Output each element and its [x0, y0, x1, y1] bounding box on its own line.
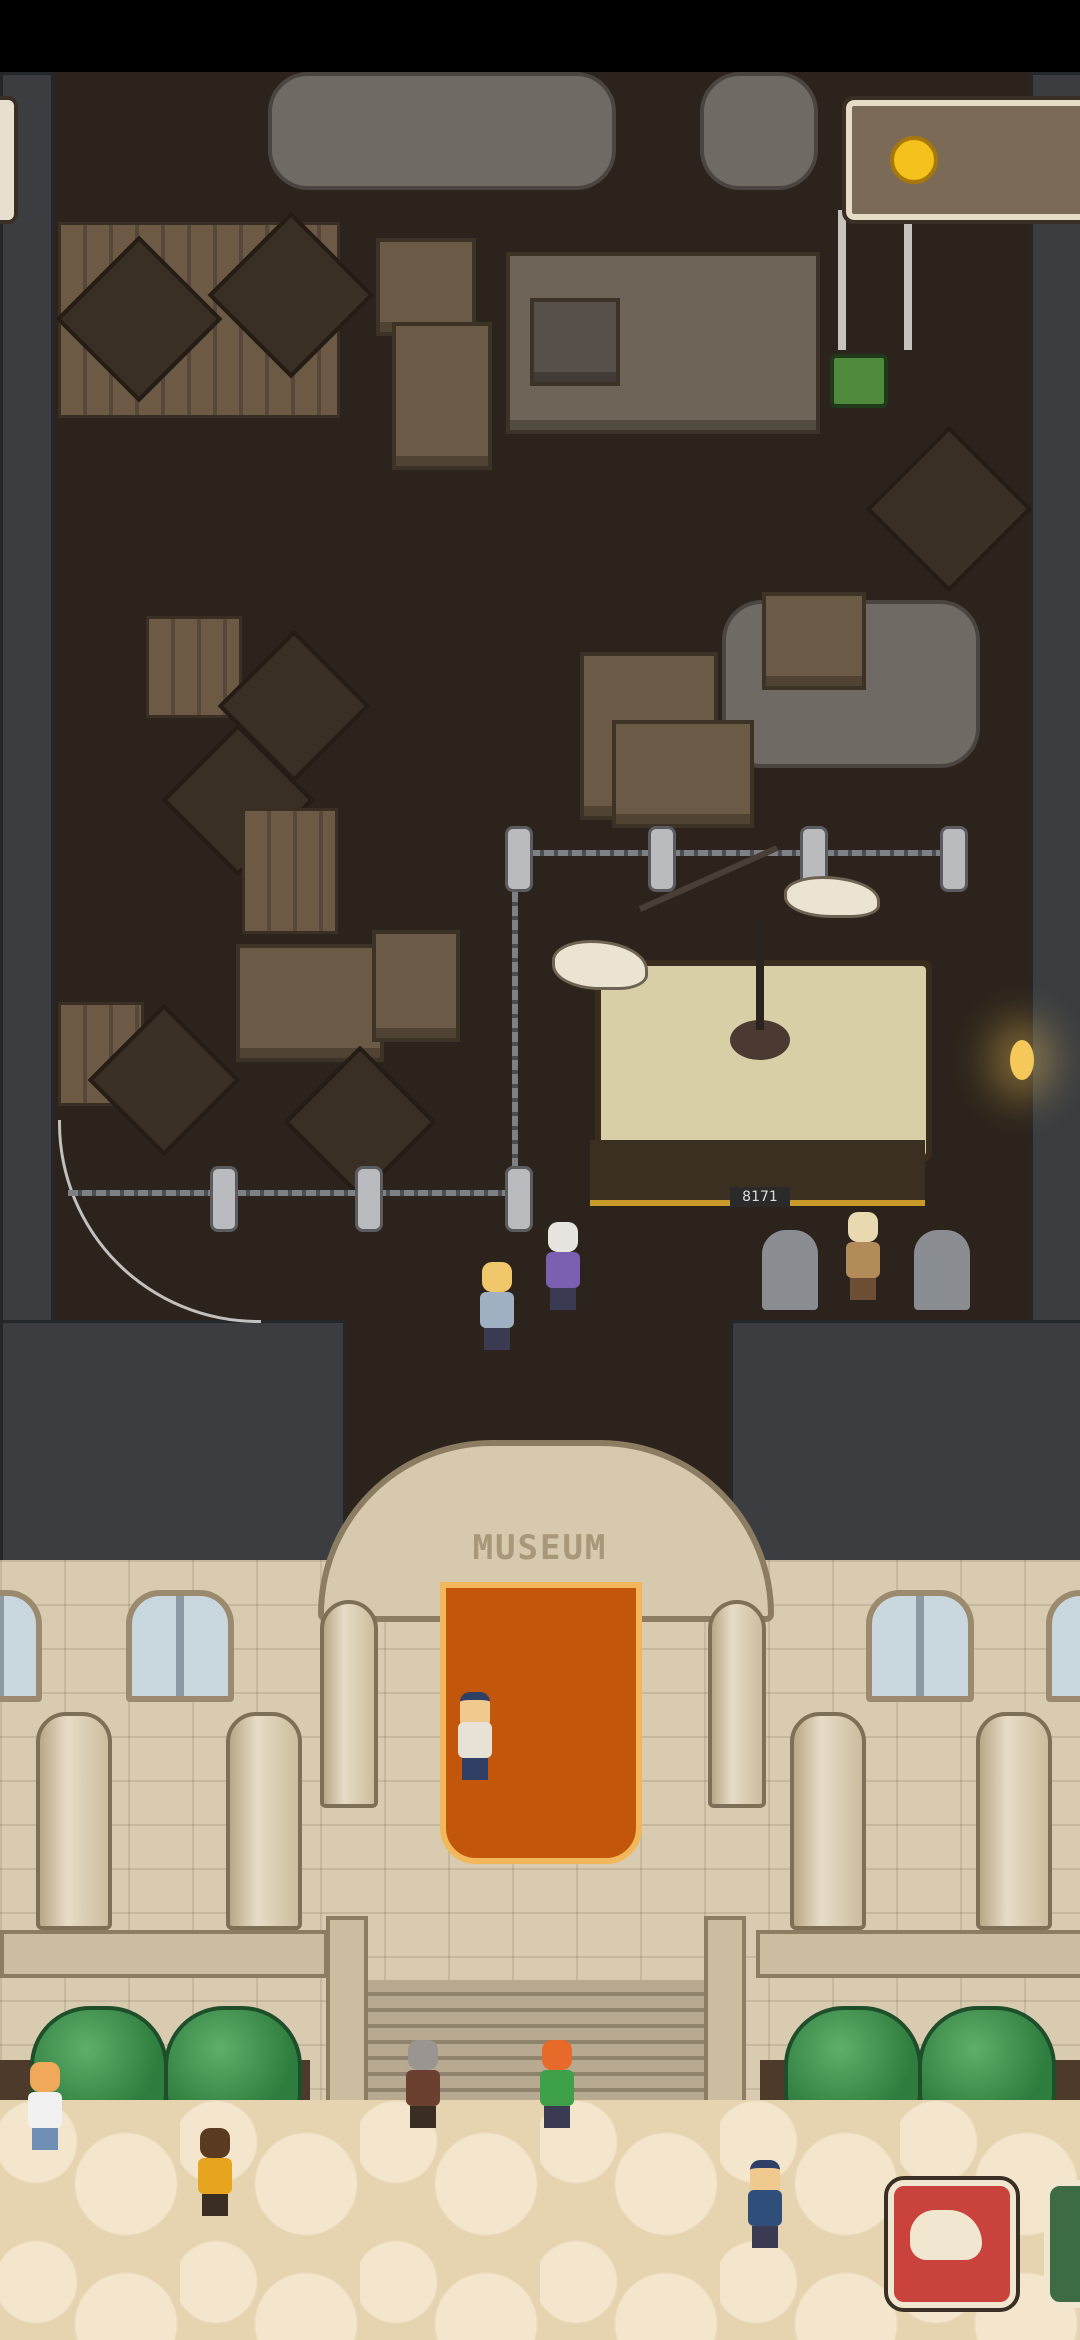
cloth-covered-statue [700, 72, 818, 190]
wall-lamp [1010, 1040, 1034, 1080]
coin-icon [890, 136, 938, 184]
left-wall [0, 72, 54, 1338]
barrier-post [648, 826, 676, 892]
visitor-npc[interactable] [474, 1262, 520, 1352]
museum-sign: MUSEUM [472, 1528, 608, 1568]
column [36, 1712, 112, 1930]
barrier-post [505, 826, 533, 892]
visitor-npc[interactable] [400, 2040, 446, 2130]
column [790, 1712, 866, 1930]
balustrade [0, 1930, 328, 1978]
coin-value [940, 134, 1070, 178]
side-menu-button[interactable] [1044, 2180, 1080, 2308]
exhibit-plaque: 8171 [730, 1187, 790, 1207]
barrier-post [940, 826, 968, 892]
window [0, 1590, 42, 1702]
column [226, 1712, 302, 1930]
rope-barrier [530, 850, 950, 856]
cloth-covered-crate [268, 72, 616, 190]
stone-pedestal [762, 1230, 818, 1310]
window [1046, 1590, 1080, 1702]
visitor-npc[interactable] [540, 1222, 586, 1312]
dig-tongs [838, 210, 912, 350]
lower-right-wall [730, 1320, 1080, 1566]
wooden-floor-patch [242, 808, 338, 934]
status-bar [0, 0, 1080, 72]
left-edge-panel[interactable] [0, 96, 18, 224]
stone-block-top [530, 298, 620, 386]
visitor-npc[interactable] [742, 2160, 788, 2250]
rope-barrier [512, 850, 518, 1190]
fossil-stand-pole [756, 920, 764, 1030]
balustrade [756, 1930, 1080, 1978]
green-bucket [830, 354, 888, 408]
barrier-post [210, 1166, 238, 1232]
rope-barrier [68, 1190, 508, 1196]
crate-stack [612, 720, 754, 828]
visitor-npc[interactable] [22, 2062, 68, 2152]
window [866, 1590, 974, 1702]
visitor-npc[interactable] [192, 2128, 238, 2218]
visitor-npc[interactable] [534, 2040, 580, 2130]
lower-left-wall [0, 1320, 346, 1566]
window [126, 1590, 234, 1702]
right-wall [1030, 72, 1080, 1338]
player-character[interactable] [452, 1692, 498, 1782]
arch-column [708, 1600, 766, 1808]
crate [372, 930, 460, 1042]
crate-stack [236, 944, 384, 1062]
barrier-post [505, 1166, 533, 1232]
stone-pedestal [914, 1230, 970, 1310]
arch-column [320, 1600, 378, 1808]
crate [392, 322, 492, 470]
column [976, 1712, 1052, 1930]
crate [762, 592, 866, 690]
explorer-npc[interactable] [840, 1212, 886, 1302]
barrier-post [355, 1166, 383, 1232]
